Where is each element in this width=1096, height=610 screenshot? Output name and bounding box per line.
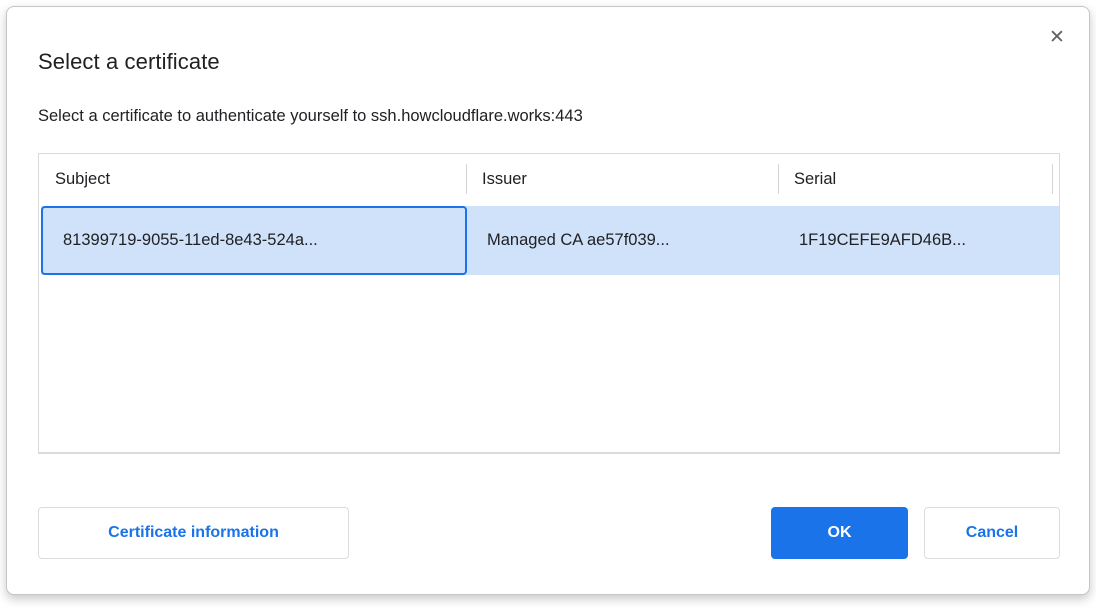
cancel-button[interactable]: Cancel: [924, 507, 1060, 559]
select-certificate-dialog: ✕ Select a certificate Select a certific…: [6, 6, 1090, 595]
page-title: Select a certificate: [38, 49, 220, 75]
column-header-gutter: [1052, 154, 1060, 204]
column-header-issuer: Issuer: [466, 154, 778, 204]
column-header-serial: Serial: [778, 154, 1052, 204]
cell-subject[interactable]: 81399719-9055-11ed-8e43-524a...: [41, 206, 467, 275]
table-header-row: Subject Issuer Serial: [39, 154, 1059, 204]
ok-button[interactable]: OK: [771, 507, 908, 559]
column-header-subject: Subject: [39, 154, 466, 204]
certificate-table: Subject Issuer Serial 81399719-9055-11ed…: [38, 153, 1060, 454]
certificate-information-button[interactable]: Certificate information: [38, 507, 349, 559]
close-icon[interactable]: ✕: [1043, 23, 1071, 51]
cell-issuer[interactable]: Managed CA ae57f039...: [467, 206, 779, 275]
table-row-certificate-selected[interactable]: 81399719-9055-11ed-8e43-524a... Managed …: [41, 206, 1059, 275]
cell-serial[interactable]: 1F19CEFE9AFD46B...: [779, 206, 1060, 275]
dialog-subtitle: Select a certificate to authenticate you…: [38, 107, 583, 126]
